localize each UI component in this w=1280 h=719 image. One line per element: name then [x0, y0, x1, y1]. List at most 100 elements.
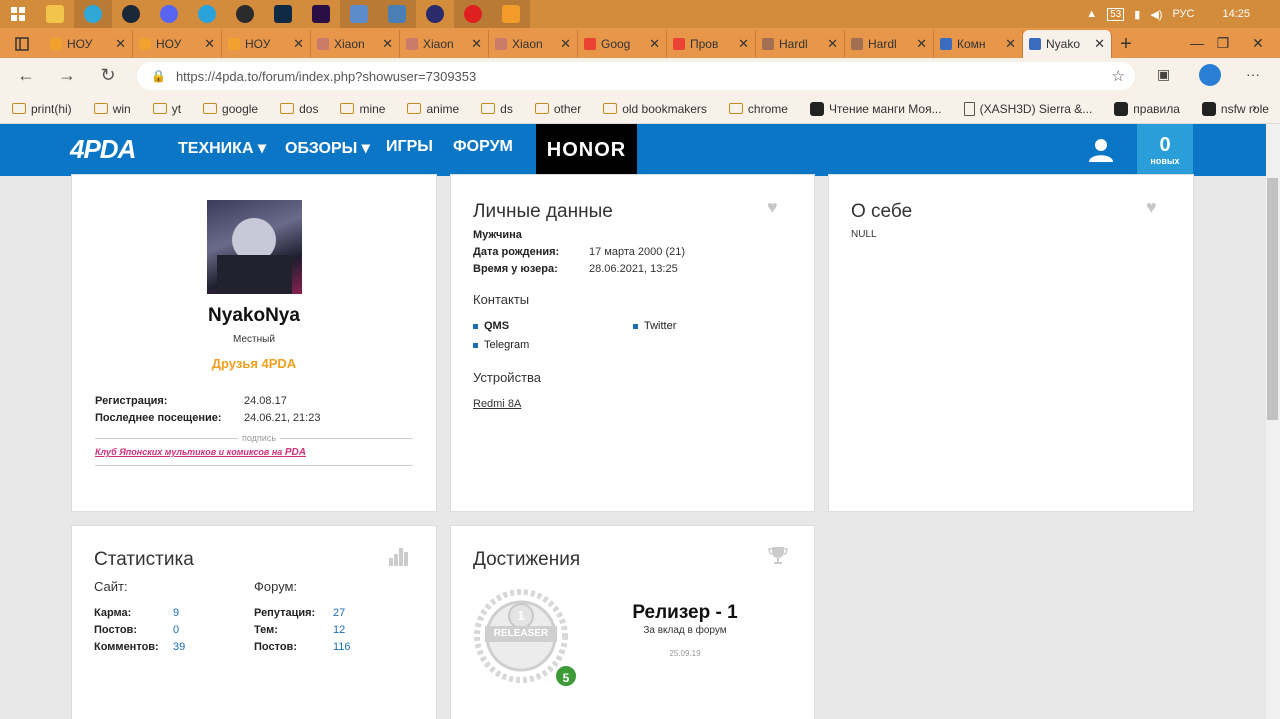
windows-start-icon[interactable]: [0, 0, 36, 28]
bookmark-item[interactable]: nsfw role: [1201, 101, 1269, 116]
bookmark-item[interactable]: google: [203, 102, 258, 116]
profile-avatar-icon[interactable]: [1199, 64, 1221, 86]
tab-close-icon[interactable]: ✕: [115, 36, 126, 52]
avatar[interactable]: [207, 200, 302, 294]
notifications-counter[interactable]: 0 новых: [1137, 124, 1193, 176]
wifi-icon[interactable]: ▮: [1134, 8, 1140, 21]
tab-actions-icon[interactable]: [0, 30, 44, 58]
premiere-icon[interactable]: [302, 0, 340, 28]
karma-value[interactable]: 9: [173, 607, 179, 619]
tab-close-icon[interactable]: ✕: [382, 36, 393, 52]
scrollbar-thumb[interactable]: [1267, 178, 1278, 420]
monitor-app-icon[interactable]: [378, 0, 416, 28]
tab-close-icon[interactable]: ✕: [471, 36, 482, 52]
forward-button[interactable]: →: [47, 65, 87, 86]
tab-close-icon[interactable]: ✕: [560, 36, 571, 52]
bar-chart-icon[interactable]: [388, 546, 410, 566]
edge-icon[interactable]: [74, 0, 112, 28]
signature-link[interactable]: Клуб Японских мультиков и комиксов на PD…: [95, 447, 306, 458]
nav-games[interactable]: ИГРЫ: [386, 138, 433, 156]
youtube-music-icon[interactable]: [454, 0, 492, 28]
forum-posts-value[interactable]: 116: [333, 641, 351, 653]
discord-icon[interactable]: [150, 0, 188, 28]
browser-tab[interactable]: Xiaon ✕: [489, 30, 578, 58]
user-group[interactable]: Друзья 4PDA: [72, 356, 436, 371]
address-bar[interactable]: 🔒 https://4pda.to/forum/index.php?showus…: [137, 62, 1135, 90]
browser-tab[interactable]: Hardl ✕: [756, 30, 845, 58]
browser-tab[interactable]: Пров ✕: [667, 30, 756, 58]
bookmark-item[interactable]: win: [93, 102, 131, 116]
photoshop-icon[interactable]: [264, 0, 302, 28]
clock[interactable]: 14:25: [1222, 8, 1250, 20]
browser-tab[interactable]: НОУ ✕: [133, 30, 222, 58]
close-window-button[interactable]: ✕: [1236, 35, 1280, 52]
bookmark-item[interactable]: ds: [481, 102, 513, 116]
bookmark-item[interactable]: правила: [1114, 101, 1180, 116]
comments-value[interactable]: 39: [173, 641, 185, 653]
tab-close-icon[interactable]: ✕: [649, 36, 660, 52]
media-player-icon[interactable]: [492, 0, 530, 28]
heart-icon[interactable]: ♥: [767, 197, 778, 218]
browser-tab[interactable]: Hardl ✕: [845, 30, 934, 58]
back-button[interactable]: ←: [6, 65, 46, 86]
honor-banner[interactable]: HONOR: [536, 124, 637, 176]
site-posts-value[interactable]: 0: [173, 624, 179, 636]
nav-forum[interactable]: ФОРУМ: [453, 138, 513, 156]
telegram-icon[interactable]: [188, 0, 226, 28]
more-menu-icon[interactable]: ···: [1246, 66, 1260, 82]
browser-tab[interactable]: НОУ ✕: [222, 30, 311, 58]
topics-value[interactable]: 12: [333, 624, 345, 636]
tab-close-icon[interactable]: ✕: [827, 36, 838, 52]
bookmark-item[interactable]: dos: [280, 102, 318, 116]
bookmark-item[interactable]: chrome: [728, 102, 788, 116]
reputation-value[interactable]: 27: [333, 607, 345, 619]
bookmark-item[interactable]: mine: [340, 102, 385, 116]
bookmark-item[interactable]: (XASH3D) Sierra &...: [963, 101, 1092, 116]
tab-close-icon[interactable]: ✕: [738, 36, 749, 52]
site-logo[interactable]: 4PDA: [70, 134, 136, 165]
browser-tab[interactable]: Nyako ✕: [1023, 30, 1112, 58]
language-indicator[interactable]: РУС: [1172, 8, 1194, 20]
remote-desktop-icon[interactable]: [340, 0, 378, 28]
battery-indicator[interactable]: 53: [1107, 7, 1125, 21]
restore-button[interactable]: ❐: [1210, 35, 1236, 52]
bookmark-item[interactable]: anime: [407, 102, 459, 116]
bookmark-item[interactable]: other: [534, 102, 581, 116]
tab-close-icon[interactable]: ✕: [916, 36, 927, 52]
bookmark-item[interactable]: yt: [152, 102, 181, 116]
volume-icon[interactable]: ◀): [1150, 8, 1162, 21]
nav-reviews[interactable]: ОБЗОРЫ ▾: [285, 138, 370, 158]
browser-tab[interactable]: Xiaon ✕: [400, 30, 489, 58]
bookmark-item[interactable]: old bookmakers: [603, 102, 707, 116]
steam-icon[interactable]: [112, 0, 150, 28]
url-text[interactable]: https://4pda.to/forum/index.php?showuser…: [176, 69, 476, 84]
reload-button[interactable]: ↻: [88, 65, 128, 86]
tab-close-icon[interactable]: ✕: [204, 36, 215, 52]
file-explorer-icon[interactable]: [36, 0, 74, 28]
new-tab-button[interactable]: +: [1112, 30, 1140, 58]
tab-close-icon[interactable]: ✕: [1094, 36, 1105, 52]
bookmark-item[interactable]: Чтение манги Моя...: [809, 101, 942, 116]
bluetooth-icon[interactable]: [416, 0, 454, 28]
favorites-star-icon[interactable]: ☆: [1112, 67, 1125, 85]
lock-icon[interactable]: 🔒: [151, 69, 166, 83]
bookmarks-overflow-icon[interactable]: ›: [1252, 99, 1257, 115]
user-icon[interactable]: [1088, 137, 1114, 163]
tab-close-icon[interactable]: ✕: [1005, 36, 1016, 52]
browser-tab[interactable]: Комн ✕: [934, 30, 1023, 58]
bookmark-item[interactable]: print(hi): [12, 102, 72, 116]
browser-tab[interactable]: Xiaon ✕: [311, 30, 400, 58]
minimize-button[interactable]: —: [1184, 35, 1210, 51]
collections-icon[interactable]: ▣: [1157, 66, 1170, 83]
achievement-count-badge[interactable]: 5: [554, 664, 578, 688]
browser-tab[interactable]: Goog ✕: [578, 30, 667, 58]
nav-tech[interactable]: ТЕХНИКА ▾: [178, 138, 266, 158]
browser-tab[interactable]: НОУ ✕: [44, 30, 133, 58]
device-link[interactable]: Redmi 8A: [473, 398, 521, 410]
contact-telegram[interactable]: Telegram: [473, 339, 529, 351]
app-icon[interactable]: [226, 0, 264, 28]
heart-icon[interactable]: ♥: [1146, 197, 1157, 218]
chevron-up-icon[interactable]: ▲: [1086, 8, 1097, 20]
contact-qms[interactable]: QMS: [473, 320, 509, 332]
trophy-icon[interactable]: [768, 545, 788, 565]
